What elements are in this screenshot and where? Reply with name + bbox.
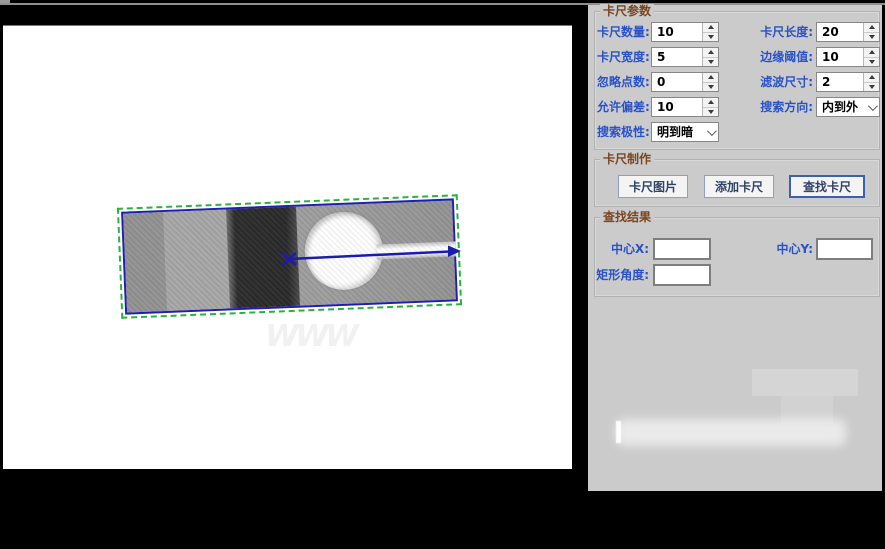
allowed-deviation-value[interactable]: 10 [652, 98, 702, 116]
search-polarity-value: 明到暗 [657, 125, 694, 139]
spinner-down-icon[interactable] [703, 58, 718, 67]
ignore-points-stepper[interactable]: 0 [651, 72, 719, 92]
group-title-caliper-params: 卡尺参数 [600, 4, 655, 18]
inspected-part-image[interactable] [117, 193, 462, 320]
chevron-down-icon[interactable] [702, 123, 718, 141]
center-y-field[interactable] [816, 238, 873, 260]
edge-threshold-value[interactable]: 10 [817, 48, 863, 66]
part-dark-band [226, 206, 300, 309]
caliper-image-button[interactable]: 卡尺图片 [618, 175, 688, 198]
spinner-down-icon[interactable] [864, 33, 879, 42]
search-polarity-select[interactable]: 明到暗 [651, 122, 719, 142]
label-ignore-points: 忽略点数: [597, 75, 650, 89]
group-caliper-params: 卡尺参数 卡尺数量: 10 卡尺长度: 20 卡尺宽度: 5 边缘阈值: 10 … [594, 4, 880, 150]
label-edge-threshold: 边缘阈值: [760, 50, 813, 64]
image-canvas[interactable]: WWW [3, 25, 572, 469]
part-shade-band [123, 212, 168, 313]
filter-size-value[interactable]: 2 [817, 73, 863, 91]
spinner-down-icon[interactable] [703, 33, 718, 42]
search-direction-value: 内到外 [822, 100, 859, 114]
corner-chip [0, 0, 10, 3]
center-x-field[interactable] [653, 238, 711, 260]
rect-angle-field[interactable] [653, 264, 711, 286]
spinner-down-icon[interactable] [864, 83, 879, 92]
app-window: WWW 卡尺参数 卡尺数量: 10 卡尺长度: 20 卡尺宽度: 5 边缘阈值:… [0, 0, 885, 549]
spinner-down-icon[interactable] [864, 58, 879, 67]
label-caliper-count: 卡尺数量: [597, 25, 650, 39]
spinner-up-icon[interactable] [703, 98, 718, 108]
group-title-find-result: 查找结果 [600, 210, 655, 224]
ignore-points-value[interactable]: 0 [652, 73, 702, 91]
label-caliper-length: 卡尺长度: [760, 25, 813, 39]
spinner-up-icon[interactable] [864, 23, 879, 33]
caliper-width-value[interactable]: 5 [652, 48, 702, 66]
spinner-down-icon[interactable] [703, 83, 718, 92]
find-caliper-button[interactable]: 查找卡尺 [789, 175, 865, 198]
part-light-band [163, 209, 231, 311]
label-center-y: 中心Y: [776, 242, 813, 256]
edge-threshold-stepper[interactable]: 10 [816, 47, 880, 67]
chevron-down-icon[interactable] [863, 98, 879, 116]
caliper-length-value[interactable]: 20 [817, 23, 863, 41]
group-find-result: 查找结果 中心X: 中心Y: 矩形角度: [594, 210, 880, 297]
label-search-direction: 搜索方向: [760, 100, 813, 114]
watermark-tick [616, 421, 621, 443]
label-rect-angle: 矩形角度: [596, 268, 649, 282]
group-caliper-make: 卡尺制作 卡尺图片 添加卡尺 查找卡尺 [594, 152, 880, 207]
watermark-blur [616, 419, 846, 446]
part-circular-hole [303, 210, 385, 292]
caliper-length-stepper[interactable]: 20 [816, 22, 880, 42]
caliper-width-stepper[interactable]: 5 [651, 47, 719, 67]
caliper-count-stepper[interactable]: 10 [651, 22, 719, 42]
spinner-up-icon[interactable] [703, 23, 718, 33]
search-direction-select[interactable]: 内到外 [816, 97, 880, 117]
faint-watermark: WWW [261, 319, 360, 354]
spinner-up-icon[interactable] [864, 73, 879, 83]
spinner-down-icon[interactable] [703, 108, 718, 117]
label-caliper-width: 卡尺宽度: [597, 50, 650, 64]
part-slot [376, 241, 457, 260]
spinner-up-icon[interactable] [703, 48, 718, 58]
group-title-caliper-make: 卡尺制作 [600, 152, 655, 166]
spinner-up-icon[interactable] [703, 73, 718, 83]
label-filter-size: 滤波尺寸: [760, 75, 813, 89]
filter-size-stepper[interactable]: 2 [816, 72, 880, 92]
caliper-count-value[interactable]: 10 [652, 23, 702, 41]
watermark-block [752, 369, 858, 396]
spinner-up-icon[interactable] [864, 48, 879, 58]
label-search-polarity: 搜索极性: [597, 125, 650, 139]
allowed-deviation-stepper[interactable]: 10 [651, 97, 719, 117]
label-allowed-deviation: 允许偏差: [597, 100, 650, 114]
label-center-x: 中心X: [610, 242, 649, 256]
add-caliper-button[interactable]: 添加卡尺 [704, 175, 774, 198]
control-panel: 卡尺参数 卡尺数量: 10 卡尺长度: 20 卡尺宽度: 5 边缘阈值: 10 … [588, 4, 882, 491]
